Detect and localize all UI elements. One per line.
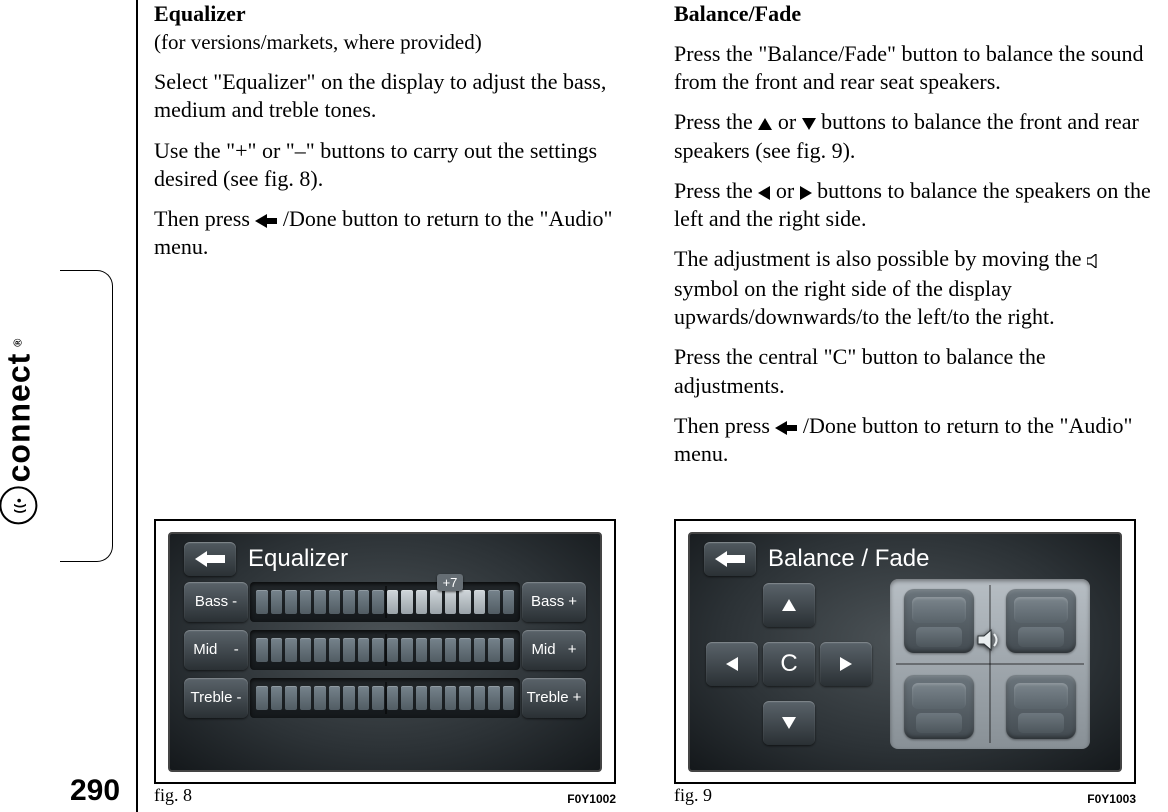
mid-slider[interactable] xyxy=(250,630,520,670)
fade-up-button[interactable] xyxy=(763,583,815,627)
side-margin: ((• connect ® 290 xyxy=(0,0,125,812)
bf-p1: Press the "Balance/Fade" button to balan… xyxy=(674,40,1160,96)
treble-slider[interactable] xyxy=(250,678,520,718)
fig8-caption: fig. 8 xyxy=(154,785,192,806)
right-triangle-icon xyxy=(800,186,812,200)
seat-rear-right xyxy=(1006,675,1076,739)
left-triangle-icon xyxy=(726,657,738,671)
speaker-cursor-icon[interactable] xyxy=(974,624,1006,656)
heading-equalizer: Equalizer xyxy=(154,1,246,26)
figure-8: Equalizer +7 Bass- xyxy=(154,519,616,812)
down-triangle-icon xyxy=(802,118,816,130)
fig9-caption: fig. 9 xyxy=(674,785,712,806)
balance-left-button[interactable] xyxy=(706,642,758,686)
heading-balance-fade: Balance/Fade xyxy=(674,0,1160,28)
treble-minus-button[interactable]: Treble- xyxy=(184,678,248,718)
up-triangle-icon xyxy=(758,118,772,130)
subheading-equalizer: (for versions/markets, where provided) xyxy=(154,30,482,54)
dpad: C xyxy=(704,579,874,749)
fig8-code: F0Y1002 xyxy=(567,792,616,806)
brand-name: connect xyxy=(0,353,37,483)
bf-p5: Press the central "C" button to balance … xyxy=(674,343,1160,399)
seat-front-right xyxy=(1006,589,1076,653)
screen-title: Equalizer xyxy=(248,545,348,573)
back-arrow-icon xyxy=(255,214,277,228)
balance-right-button[interactable] xyxy=(820,642,872,686)
bf-p3: Press the or buttons to balance the spea… xyxy=(674,177,1160,233)
left-column: Equalizer (for versions/markets, where p… xyxy=(154,0,640,812)
arrow-left-icon xyxy=(195,551,225,567)
bass-plus-button[interactable]: Bass+ xyxy=(522,582,586,622)
eq-p1: Select "Equalizer" on the display to adj… xyxy=(154,68,640,124)
page: ((• connect ® 290 Equalizer (for versions… xyxy=(0,0,1168,812)
bass-minus-button[interactable]: Bass- xyxy=(184,582,248,622)
bf-p4: The adjustment is also possible by movin… xyxy=(674,245,1160,331)
treble-plus-button[interactable]: Treble+ xyxy=(522,678,586,718)
down-triangle-icon xyxy=(782,717,796,729)
speaker-icon xyxy=(1087,247,1103,275)
mid-minus-button[interactable]: Mid - xyxy=(184,630,248,670)
fade-down-button[interactable] xyxy=(763,701,815,745)
eq-p2: Use the "+" or "–" buttons to carry out … xyxy=(154,137,640,193)
side-tab: ((• connect® xyxy=(60,270,113,562)
figure-9: Balance / Fade C xyxy=(674,519,1136,812)
fig9-code: F0Y1003 xyxy=(1087,792,1136,806)
page-number: 290 xyxy=(70,776,120,806)
balance-fade-screen: Balance / Fade C xyxy=(688,532,1122,772)
uconnect-icon: ((• xyxy=(0,486,38,524)
bass-slider[interactable] xyxy=(250,582,520,622)
left-triangle-icon xyxy=(758,186,770,200)
uconnect-logo: ((• connect ® xyxy=(0,338,38,525)
seat-diagram[interactable] xyxy=(890,579,1090,749)
bf-p6: Then press /Done button to return to the… xyxy=(674,412,1160,468)
back-button[interactable] xyxy=(704,542,756,576)
mid-plus-button[interactable]: Mid + xyxy=(522,630,586,670)
eq-value-indicator: +7 xyxy=(437,574,464,591)
content-area: Equalizer (for versions/markets, where p… xyxy=(136,0,1168,812)
up-triangle-icon xyxy=(782,599,796,611)
back-button[interactable] xyxy=(184,542,236,576)
bf-p2: Press the or buttons to balance the fron… xyxy=(674,108,1160,164)
equalizer-screen: Equalizer +7 Bass- xyxy=(168,532,602,772)
back-arrow-icon xyxy=(775,421,797,435)
seat-front-left xyxy=(904,589,974,653)
seat-rear-left xyxy=(904,675,974,739)
center-button[interactable]: C xyxy=(763,642,815,686)
right-triangle-icon xyxy=(840,657,852,671)
eq-p3: Then press /Done button to return to the… xyxy=(154,205,640,261)
right-column: Balance/Fade Press the "Balance/Fade" bu… xyxy=(674,0,1160,812)
registered-mark: ® xyxy=(13,338,25,347)
screen-title: Balance / Fade xyxy=(768,545,929,573)
arrow-left-icon xyxy=(715,551,745,567)
